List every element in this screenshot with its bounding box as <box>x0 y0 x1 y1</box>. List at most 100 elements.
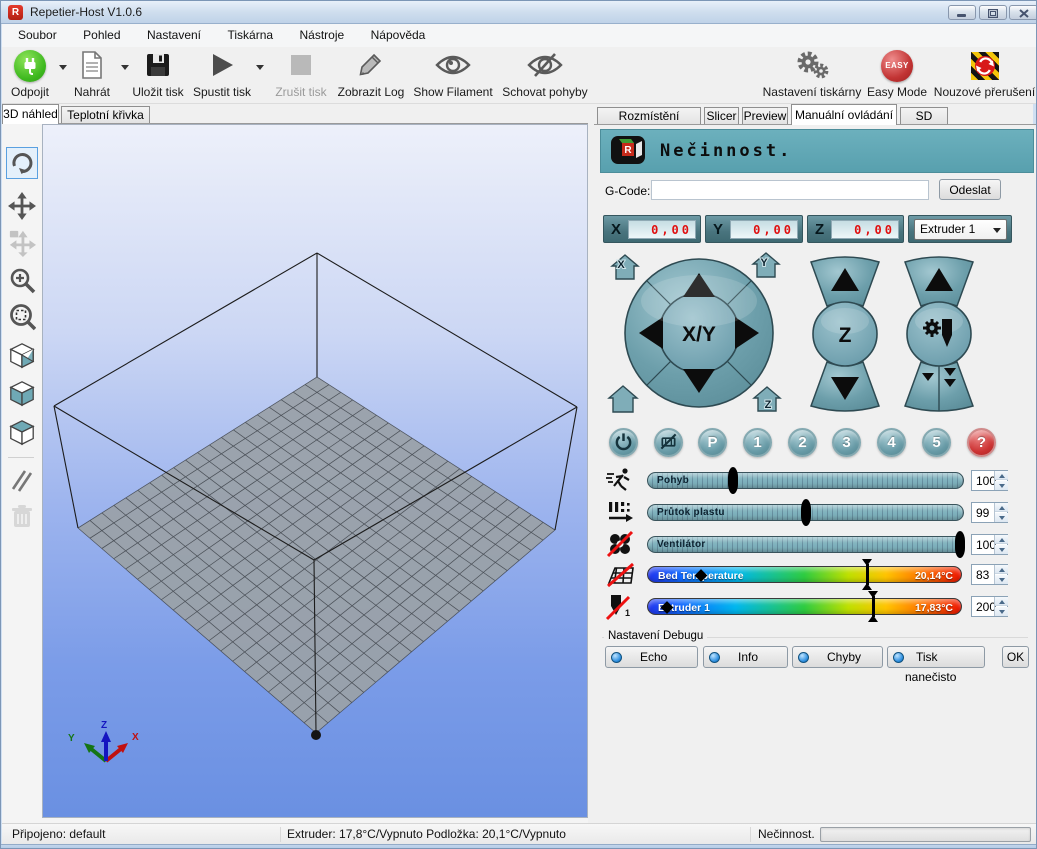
pencil-icon <box>358 51 384 82</box>
preset-2-button[interactable]: 2 <box>788 428 817 457</box>
z-movement-pad[interactable]: Z <box>806 255 884 416</box>
origin-dot <box>311 730 321 740</box>
tab-object-placement[interactable]: Rozmístění objektů <box>597 107 701 125</box>
menu-nastaveni[interactable]: Nastavení <box>136 24 212 47</box>
emergency-stop-button[interactable]: Nouzové přerušení <box>932 49 1037 102</box>
debug-errors-button[interactable]: Chyby <box>792 646 883 668</box>
front-view-tool[interactable] <box>6 377 38 409</box>
rotate-view-tool[interactable] <box>6 147 38 179</box>
speed-slider-label: Pohyb <box>657 475 689 486</box>
tab-temperature-curve[interactable]: Teplotní křivka <box>61 106 150 124</box>
window-title: Repetier-Host V1.0.6 <box>30 5 142 19</box>
load-dropdown-icon[interactable] <box>121 65 129 70</box>
debug-ok-button[interactable]: OK <box>1002 646 1029 668</box>
close-button[interactable] <box>1009 5 1037 20</box>
printer-settings-button[interactable]: Nastavení tiskárny <box>762 49 862 102</box>
tab-3d-view[interactable]: 3D náhled <box>2 104 59 124</box>
hide-moves-button[interactable]: Schovat pohyby <box>500 49 590 102</box>
fan-slider[interactable]: Ventilátor <box>647 536 964 553</box>
bed-temp-spinner[interactable]: 83 <box>971 564 1008 585</box>
axis-label-y: Y <box>68 733 75 744</box>
tab-preview[interactable]: Preview <box>742 107 788 125</box>
extruder-temp-up-arrow[interactable] <box>995 597 1008 606</box>
zoom-fit-tool[interactable] <box>6 301 38 333</box>
preset-4-button[interactable]: 4 <box>877 428 906 457</box>
fan-down-arrow[interactable] <box>995 545 1008 554</box>
move-view-tool[interactable] <box>6 190 38 222</box>
tab-manual-control[interactable]: Manuální ovládání <box>791 104 897 125</box>
bed-temp-down-arrow[interactable] <box>995 575 1008 584</box>
extruder-temp-spinner[interactable]: 200 <box>971 596 1008 617</box>
preset-1-button[interactable]: 1 <box>743 428 772 457</box>
help-button[interactable]: ? <box>967 428 996 457</box>
speed-spinner[interactable]: 100 <box>971 470 1008 491</box>
bed-temp-slider[interactable]: Bed Temperature 20,14°C <box>647 566 962 583</box>
minimize-button[interactable] <box>948 5 976 20</box>
xy-movement-pad[interactable]: X/Y <box>619 253 779 416</box>
fan-up-arrow[interactable] <box>995 535 1008 544</box>
flow-slider-label: Průtok plastu <box>657 507 725 518</box>
speed-up-arrow[interactable] <box>995 471 1008 480</box>
send-gcode-button[interactable]: Odeslat <box>939 179 1001 200</box>
top-view-tool[interactable] <box>6 416 38 448</box>
parallel-projection-tool[interactable] <box>6 464 38 496</box>
x-axis-label: X <box>611 221 621 238</box>
bed-temp-target-handle[interactable] <box>861 559 873 590</box>
park-button[interactable]: P <box>698 428 727 457</box>
extruder-temp-slider[interactable]: Extruder 1 17,83°C <box>647 598 962 615</box>
xy-pad-label: X/Y <box>682 323 716 346</box>
bed-temp-up-arrow[interactable] <box>995 565 1008 574</box>
menu-nastroje[interactable]: Nástroje <box>289 24 356 47</box>
gcode-input[interactable] <box>651 180 929 200</box>
save-print-button[interactable]: Uložit tisk <box>129 49 187 102</box>
status-separator <box>280 827 281 842</box>
menu-tiskarna[interactable]: Tiskárna <box>216 24 284 47</box>
isometric-view-tool[interactable] <box>6 339 38 371</box>
easy-mode-button[interactable]: EASY Easy Mode <box>866 49 928 102</box>
motors-off-button[interactable] <box>654 428 683 457</box>
flow-spinner[interactable]: 99 <box>971 502 1008 523</box>
tab-sd-card[interactable]: SD karta <box>900 107 948 125</box>
svg-text:1: 1 <box>625 608 630 618</box>
show-filament-button[interactable]: Show Filament <box>409 49 497 102</box>
manual-control-page: R Nečinnost. G-Code: Odeslat X 0,00 Y 0,… <box>594 124 1037 823</box>
fan-slider-handle[interactable] <box>955 531 965 558</box>
menu-napoveda[interactable]: Nápověda <box>360 24 437 47</box>
3d-view-page: Y Z X <box>2 123 588 823</box>
disconnect-button[interactable]: Odpojit <box>4 49 56 102</box>
maximize-button[interactable] <box>979 5 1007 20</box>
menu-soubor[interactable]: Soubor <box>7 24 68 47</box>
title-bar[interactable]: R Repetier-Host V1.0.6 <box>1 1 1036 24</box>
fan-spinner[interactable]: 100 <box>971 534 1008 555</box>
power-button[interactable] <box>609 428 638 457</box>
menu-pohled[interactable]: Pohled <box>72 24 131 47</box>
extruder-select[interactable]: Extruder 1 <box>914 219 1007 240</box>
move-object-tool <box>6 227 38 259</box>
start-print-button[interactable]: Spustit tisk <box>191 49 253 102</box>
speed-down-arrow[interactable] <box>995 481 1008 490</box>
extruder-pad[interactable] <box>900 255 978 416</box>
zoom-in-tool[interactable] <box>6 264 38 296</box>
preset-5-button[interactable]: 5 <box>922 428 951 457</box>
info-indicator-icon <box>709 652 720 663</box>
3d-viewport[interactable]: Y Z X <box>42 124 588 818</box>
flow-up-arrow[interactable] <box>995 503 1008 512</box>
start-print-dropdown-icon[interactable] <box>256 65 264 70</box>
extruder-temp-target-handle[interactable] <box>867 591 879 622</box>
fan-icon <box>605 529 637 559</box>
flow-slider[interactable]: Průtok plastu <box>647 504 964 521</box>
speed-slider-handle[interactable] <box>728 467 738 494</box>
debug-dry-run-button[interactable]: Tisk nanečisto <box>887 646 985 668</box>
flow-down-arrow[interactable] <box>995 513 1008 522</box>
preset-3-button[interactable]: 3 <box>832 428 861 457</box>
tab-slicer[interactable]: Slicer <box>704 107 739 125</box>
show-log-button[interactable]: Zobrazit Log <box>336 49 406 102</box>
dry-run-indicator-icon <box>893 652 904 663</box>
disconnect-dropdown-icon[interactable] <box>59 65 67 70</box>
load-button[interactable]: Nahrát <box>68 49 116 102</box>
debug-echo-button[interactable]: Echo <box>605 646 698 668</box>
debug-info-button[interactable]: Info <box>703 646 788 668</box>
extruder-temp-down-arrow[interactable] <box>995 607 1008 616</box>
flow-slider-handle[interactable] <box>801 499 811 526</box>
speed-slider[interactable]: Pohyb <box>647 472 964 489</box>
